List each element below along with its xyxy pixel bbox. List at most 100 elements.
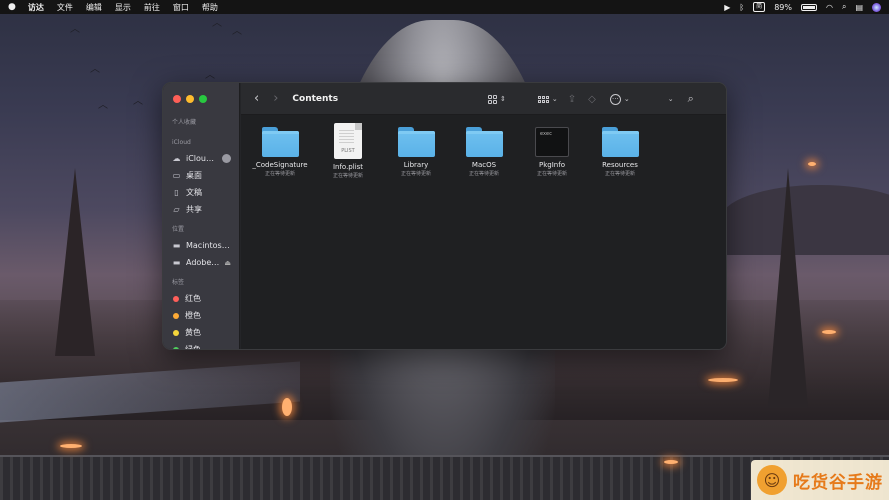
- file-status: 正在等待更新: [604, 171, 635, 177]
- menu-bar: ● 访达 文件 编辑 显示 前往 窗口 帮助 ▶ ᛒ 简 89% ◠ ⌕ ▤: [0, 0, 889, 14]
- action-menu-button[interactable]: ··· ⌄: [609, 93, 630, 105]
- bird-icon: ︿: [98, 100, 108, 111]
- view-mode-button[interactable]: ⇕: [488, 94, 506, 104]
- minimize-button[interactable]: [186, 95, 194, 103]
- sync-progress-icon: [222, 154, 231, 163]
- file-name: PkgInfo: [539, 161, 565, 169]
- menu-go[interactable]: 前往: [144, 2, 160, 13]
- shared-folder-icon: ▱: [173, 205, 180, 214]
- sidebar-item-label: 共享: [186, 205, 202, 214]
- desktop-icon: ▭: [172, 171, 181, 180]
- menu-view[interactable]: 显示: [115, 2, 131, 13]
- group-icon: [537, 95, 549, 103]
- plist-file-icon: PLIST: [334, 123, 362, 159]
- battery-percent: 89%: [774, 2, 792, 12]
- file-item[interactable]: _CodeSignature 正在等待更新: [246, 127, 314, 177]
- finder-window: 个人收藏 iCloud ☁ iClou… ▭ 桌面 ▯ 文稿 ▱ 共享 位置 ▬…: [162, 82, 727, 350]
- executable-file-icon: exec: [535, 127, 569, 157]
- finder-toolbar: ‹ › Contents ⇕ ⌄ ⇪ ◇ ··· ⌄ ⌄ ⌕: [241, 83, 726, 115]
- file-status: 正在等待更新: [264, 171, 295, 177]
- file-name: MacOS: [471, 161, 497, 169]
- file-name: Resources: [602, 161, 638, 169]
- forward-button[interactable]: ›: [273, 91, 278, 106]
- bird-icon: ︿: [212, 18, 222, 29]
- ember: [282, 398, 292, 416]
- wallpaper-spire-right: [768, 168, 808, 408]
- window-controls: [163, 95, 239, 103]
- file-item[interactable]: Library 正在等待更新: [382, 127, 450, 177]
- mascot-icon: ☺: [757, 465, 787, 495]
- file-item[interactable]: exec PkgInfo 正在等待更新: [518, 127, 586, 177]
- file-type-badge: exec: [540, 131, 553, 137]
- file-status: 正在等待更新: [332, 173, 363, 179]
- sidebar-item-documents[interactable]: ▯ 文稿: [163, 184, 239, 201]
- favorites-heading: 个人收藏: [172, 119, 197, 126]
- toolbar-overflow-chevron-icon[interactable]: ⌄: [668, 95, 674, 103]
- sidebar-item-label: 橙色: [185, 311, 201, 320]
- file-item[interactable]: Resources 正在等待更新: [586, 127, 654, 177]
- bird-icon: ︿: [232, 26, 242, 37]
- sidebar-item-adobe[interactable]: ▬ Adobe… ⏏: [163, 254, 239, 271]
- eject-icon[interactable]: ⏏: [224, 259, 231, 267]
- control-center-icon[interactable]: ▤: [855, 3, 863, 12]
- search-icon[interactable]: ⌕: [842, 2, 846, 12]
- sidebar-item-macintosh-hd[interactable]: ▬ Macintos…: [163, 237, 239, 254]
- icloud-heading: iCloud: [172, 139, 191, 146]
- toolbar-actions: ⇕ ⌄ ⇪ ◇ ··· ⌄ ⌄ ⌕: [488, 83, 726, 115]
- tag-dot-red: [173, 295, 179, 302]
- bluetooth-icon[interactable]: ᛒ: [739, 3, 744, 12]
- fullscreen-button[interactable]: [199, 95, 207, 103]
- folder-icon: [465, 127, 503, 157]
- group-button[interactable]: ⌄: [537, 95, 558, 103]
- back-button[interactable]: ‹: [254, 91, 259, 106]
- file-item[interactable]: PLIST Info.plist 正在等待更新: [314, 123, 382, 179]
- menu-window[interactable]: 窗口: [173, 2, 189, 13]
- sidebar-item-label: Adobe…: [186, 258, 220, 267]
- window-title: Contents: [292, 93, 339, 104]
- sidebar-item-label: 桌面: [186, 171, 202, 180]
- bird-icon: ︿: [133, 96, 143, 107]
- sidebar-item-label: 绿色: [185, 345, 201, 350]
- disk-icon: ▬: [172, 258, 181, 267]
- sidebar-item-tag-green[interactable]: 绿色: [163, 341, 239, 350]
- ember: [708, 378, 738, 382]
- sidebar-item-tag-yellow[interactable]: 黄色: [163, 324, 239, 341]
- icloud-group: ☁ iClou… ▭ 桌面 ▯ 文稿 ▱ 共享: [163, 150, 239, 218]
- battery-icon[interactable]: [800, 3, 817, 11]
- menu-file[interactable]: 文件: [57, 2, 73, 13]
- sidebar-item-tag-orange[interactable]: 橙色: [163, 307, 239, 324]
- sidebar-item-desktop[interactable]: ▭ 桌面: [163, 167, 239, 184]
- sidebar-item-icloud-drive[interactable]: ☁ iClou…: [163, 150, 239, 167]
- wifi-icon[interactable]: ◠: [826, 3, 833, 12]
- watermark-text: 吃货谷手游: [793, 472, 883, 493]
- document-icon: ▯: [174, 188, 179, 197]
- search-icon[interactable]: ⌕: [688, 92, 694, 106]
- tags-heading: 标签: [172, 279, 185, 286]
- menu-help[interactable]: 帮助: [202, 2, 218, 13]
- file-status: 正在等待更新: [536, 171, 567, 177]
- tag-icon[interactable]: ◇: [588, 94, 596, 105]
- sidebar-item-label: 黄色: [185, 328, 201, 337]
- folder-icon: [261, 127, 299, 157]
- file-item[interactable]: MacOS 正在等待更新: [450, 127, 518, 177]
- sidebar-item-shared[interactable]: ▱ 共享: [163, 201, 239, 218]
- sidebar-item-label: 红色: [185, 294, 201, 303]
- chevron-down-icon: ⌄: [623, 95, 630, 103]
- play-icon[interactable]: ▶: [724, 3, 730, 12]
- sidebar-item-tag-red[interactable]: 红色: [163, 290, 239, 307]
- apple-icon[interactable]: ●: [8, 2, 16, 12]
- input-method-icon[interactable]: 简: [753, 2, 766, 12]
- share-icon[interactable]: ⇪: [568, 94, 576, 105]
- finder-sidebar: 个人收藏 iCloud ☁ iClou… ▭ 桌面 ▯ 文稿 ▱ 共享 位置 ▬…: [163, 83, 240, 349]
- menu-app-name[interactable]: 访达: [28, 2, 44, 13]
- locations-heading: 位置: [172, 226, 185, 233]
- menu-edit[interactable]: 编辑: [86, 2, 102, 13]
- ember: [664, 460, 678, 464]
- sidebar-item-label: 文稿: [186, 188, 202, 197]
- siri-icon[interactable]: [872, 2, 881, 12]
- file-grid: _CodeSignature 正在等待更新 PLIST Info.plist 正…: [241, 115, 726, 349]
- ember: [808, 162, 816, 166]
- bird-icon: ︿: [70, 24, 80, 35]
- tags-group: 红色 橙色 黄色 绿色: [163, 290, 239, 350]
- close-button[interactable]: [173, 95, 181, 103]
